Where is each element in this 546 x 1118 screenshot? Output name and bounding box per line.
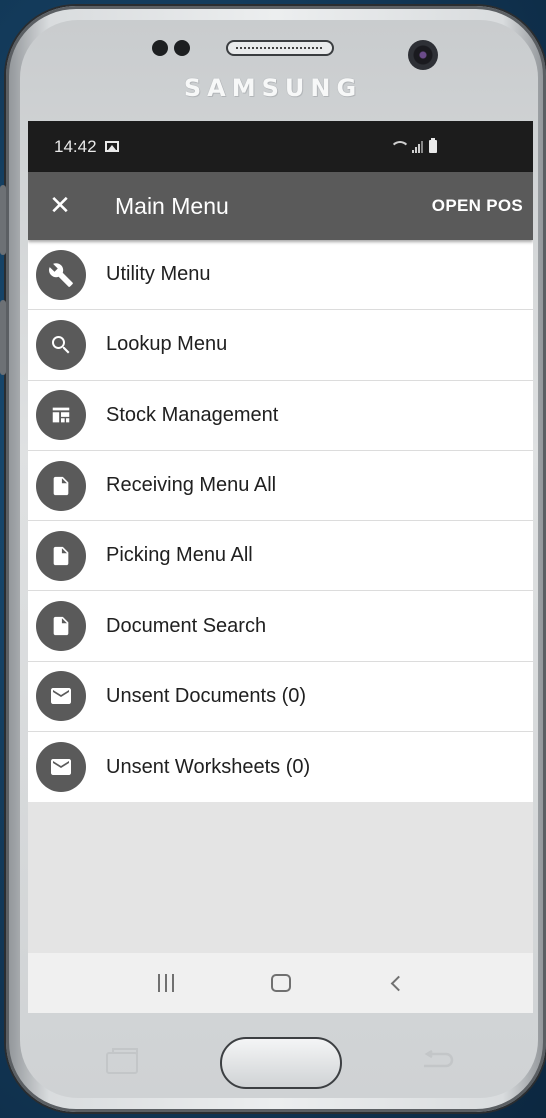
signal-icon [412,140,423,153]
brand-logo: SAMSUNG [183,74,363,102]
menu-item-unsent-worksheets[interactable]: Unsent Worksheets (0) [28,732,533,802]
dashboard-icon [36,390,86,441]
menu-item-label: Stock Management [106,403,279,426]
status-time: 14:42 [54,136,97,156]
back-icon [390,975,407,991]
phone-screen: 14:42 ✕ Main Menu OPEN POS Utility Menu [28,121,533,1013]
menu-item-label: Picking Menu All [106,544,253,567]
close-button[interactable]: ✕ [28,172,92,240]
page-title: Main Menu [115,192,229,219]
wifi-icon [390,140,410,153]
menu-item-utility[interactable]: Utility Menu [28,240,533,311]
sensor-dots [152,40,190,56]
recents-icon [157,974,174,992]
document-icon [36,460,86,511]
main-menu-list: Utility Menu Lookup Menu Stock Managemen… [28,240,533,803]
mail-icon [36,671,86,722]
hardware-back-icon[interactable] [420,1050,454,1072]
menu-item-picking[interactable]: Picking Menu All [28,521,533,592]
menu-item-label: Receiving Menu All [106,474,277,497]
close-icon: ✕ [49,191,71,221]
back-button[interactable] [366,963,426,1003]
menu-item-receiving[interactable]: Receiving Menu All [28,451,533,522]
image-icon [104,141,119,152]
mail-icon [36,742,86,793]
menu-item-label: Utility Menu [106,263,211,286]
menu-item-document-search[interactable]: Document Search [28,591,533,662]
status-icons [390,138,437,153]
hardware-recents-icon[interactable] [106,1048,138,1074]
home-icon [270,974,291,992]
menu-item-unsent-documents[interactable]: Unsent Documents (0) [28,662,533,733]
power-button [0,300,6,375]
earpiece-speaker [226,40,334,56]
document-icon [36,601,86,652]
home-button[interactable] [251,963,311,1003]
document-icon [36,530,86,581]
menu-item-stock-management[interactable]: Stock Management [28,381,533,451]
battery-icon [429,138,437,153]
front-camera [408,40,438,70]
wrench-icon [36,249,86,300]
open-pos-button[interactable]: OPEN POS [432,196,523,216]
menu-item-lookup[interactable]: Lookup Menu [28,310,533,381]
app-bar: ✕ Main Menu OPEN POS [28,172,533,240]
menu-item-label: Unsent Worksheets (0) [106,755,311,778]
status-bar: 14:42 [28,121,533,172]
volume-button [0,185,6,255]
search-icon [36,319,86,370]
hardware-home-button[interactable] [220,1037,342,1089]
menu-item-label: Unsent Documents (0) [106,684,307,707]
menu-item-label: Lookup Menu [106,333,228,356]
android-nav-bar [28,953,533,1013]
recents-button[interactable] [136,963,196,1003]
menu-item-label: Document Search [106,614,267,637]
